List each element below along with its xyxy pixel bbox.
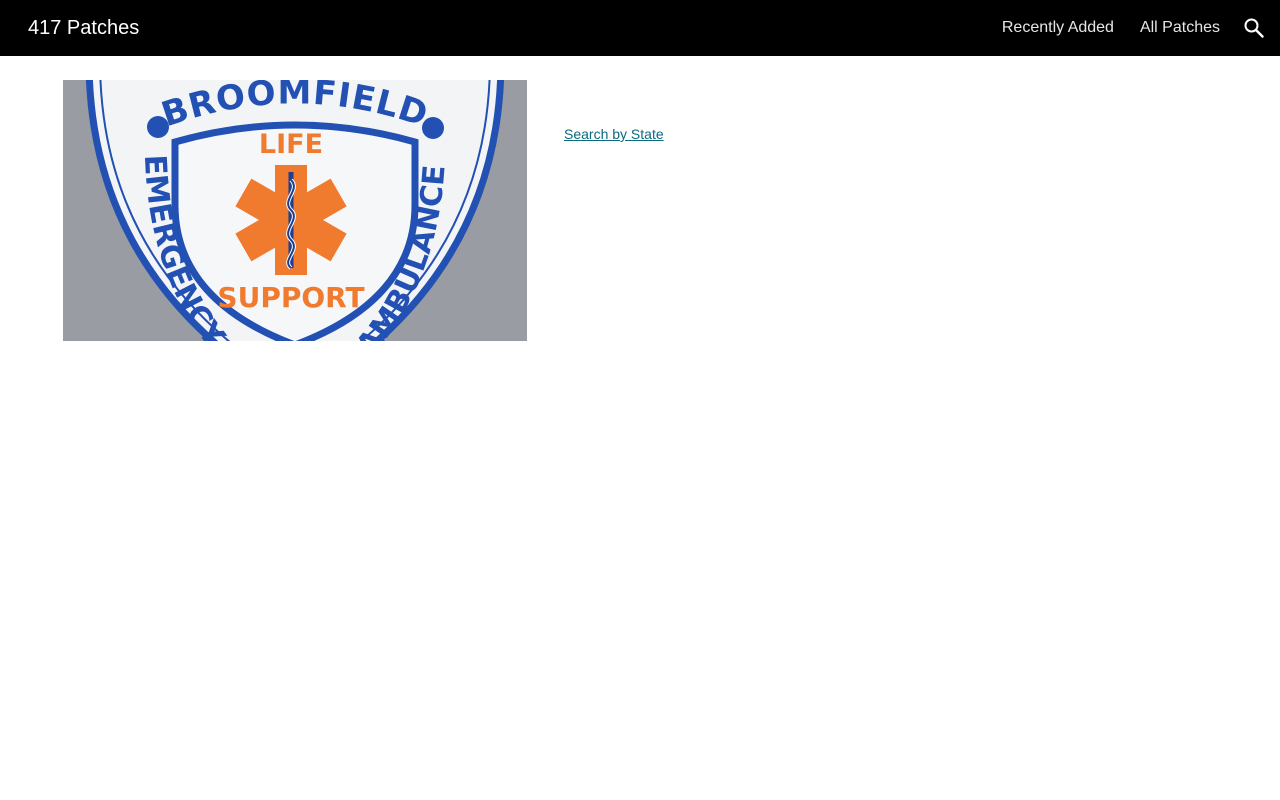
svg-text:LIFE: LIFE: [259, 129, 323, 160]
search-button[interactable]: [1242, 16, 1266, 40]
search-icon: [1244, 18, 1264, 38]
site-title[interactable]: 417 Patches: [28, 15, 139, 41]
ambulance-patch-picture: BROOMFIELD EMERGENCY AMBULANCE LIFE SUPP…: [63, 80, 527, 341]
nav-all-patches[interactable]: All Patches: [1140, 17, 1220, 39]
search-by-state-link[interactable]: Search by State: [564, 125, 664, 143]
patch-image: BROOMFIELD EMERGENCY AMBULANCE LIFE SUPP…: [63, 80, 527, 341]
top-navigation: Recently Added All Patches: [1002, 17, 1220, 39]
svg-text:SUPPORT: SUPPORT: [217, 281, 364, 314]
nav-recently-added[interactable]: Recently Added: [1002, 17, 1114, 39]
top-app-bar: 417 Patches Recently Added All Patches: [0, 0, 1280, 56]
